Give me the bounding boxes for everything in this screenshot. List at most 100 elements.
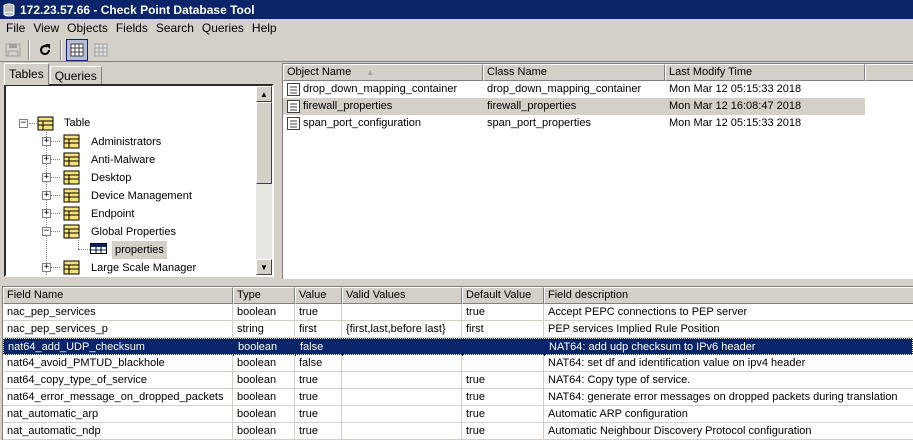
tree-expand-toggle[interactable]: + xyxy=(42,209,51,218)
field-description: NAT64: set df and identification value o… xyxy=(544,355,913,372)
table-folder-icon xyxy=(37,115,55,131)
refresh-icon xyxy=(40,43,51,55)
field-description: NAT64: generate error messages on droppe… xyxy=(544,389,913,406)
tree-item-endpoint[interactable]: Endpoint xyxy=(91,205,134,223)
save-icon xyxy=(5,43,21,56)
col-last-modify[interactable]: Last Modify Time xyxy=(665,64,865,81)
field-valid-values xyxy=(342,304,462,321)
field-valid-values: {first,last,before last} xyxy=(342,321,462,338)
sort-ascending-icon: ▲ xyxy=(366,68,375,77)
tree-item-properties[interactable]: properties xyxy=(112,241,167,259)
grid-view-alt-button[interactable] xyxy=(90,39,112,61)
field-type: boolean xyxy=(233,406,295,423)
toolbar-separator xyxy=(28,39,30,60)
tree-expand-toggle[interactable]: + xyxy=(42,155,51,164)
panel-splitter[interactable] xyxy=(0,279,913,286)
object-icon xyxy=(287,117,301,137)
field-row[interactable]: nat64_add_UDP_checksum boolean false NAT64:… xyxy=(3,338,913,356)
tree-expand-toggle[interactable]: + xyxy=(42,137,51,146)
tree-connector xyxy=(78,236,79,249)
toolbar xyxy=(0,38,913,62)
tree-expand-toggle[interactable]: + xyxy=(42,173,51,182)
menu-bar: File View Objects Fields Search Queries … xyxy=(0,19,913,38)
tree-expand-toggle[interactable]: + xyxy=(42,191,51,200)
menu-objects[interactable]: Objects xyxy=(63,19,112,38)
col-type[interactable]: Type xyxy=(233,287,295,304)
scroll-thumb[interactable] xyxy=(256,102,272,184)
tab-queries[interactable]: Queries xyxy=(49,66,102,85)
field-type: boolean xyxy=(233,304,295,321)
field-name: nat64_avoid_PMTUD_blackhole xyxy=(3,355,233,372)
tree-item-large-scale-manager[interactable]: Large Scale Manager xyxy=(91,259,196,275)
menu-view[interactable]: View xyxy=(29,19,63,38)
menu-search[interactable]: Search xyxy=(152,19,198,38)
col-valid-values[interactable]: Valid Values xyxy=(342,287,462,304)
field-description: Accept PEPC connections to PEP server xyxy=(544,304,913,321)
object-modify-time: Mon Mar 12 05:15:33 2018 xyxy=(669,83,802,95)
tree-item-administrators[interactable]: Administrators xyxy=(91,133,161,151)
field-table: Field Name Type Value Valid Values Defau… xyxy=(2,286,913,440)
menu-help[interactable]: Help xyxy=(248,19,281,38)
refresh-button[interactable] xyxy=(34,39,56,61)
object-row[interactable]: firewall_properties firewall_properties Mo… xyxy=(283,98,865,115)
object-name: drop_down_mapping_container xyxy=(303,83,458,95)
col-field-description[interactable]: Field description xyxy=(544,287,913,304)
field-row[interactable]: nat_automatic_arp boolean true true Automati… xyxy=(3,406,913,423)
field-type: string xyxy=(233,321,295,338)
field-name: nac_pep_services_p xyxy=(3,321,233,338)
tree-expand-toggle[interactable]: + xyxy=(42,263,51,272)
menu-file[interactable]: File xyxy=(2,19,29,38)
menu-queries[interactable]: Queries xyxy=(198,19,248,38)
folder-icon xyxy=(63,151,81,167)
field-row[interactable]: nat64_avoid_PMTUD_blackhole boolean false N… xyxy=(3,355,913,372)
object-row[interactable]: drop_down_mapping_container drop_down_map… xyxy=(283,81,865,98)
field-value: true xyxy=(295,372,342,389)
object-list: Object Name ▲ Class Name Last Modify Tim… xyxy=(282,63,913,279)
col-default-value[interactable]: Default Value xyxy=(462,287,544,304)
field-default-value: first xyxy=(462,321,544,338)
field-default-value xyxy=(462,355,544,372)
tree-item-global-properties[interactable]: Global Properties xyxy=(91,223,176,241)
field-type: boolean xyxy=(233,389,295,406)
scroll-up-icon[interactable]: ▲ xyxy=(256,86,272,102)
col-object-name[interactable]: Object Name ▲ xyxy=(283,64,483,81)
field-row[interactable]: nat64_copy_type_of_service boolean true tru… xyxy=(3,372,913,389)
field-row[interactable]: nac_pep_services_p string first {first,last… xyxy=(3,321,913,338)
tree-item-device-management[interactable]: Device Management xyxy=(91,187,192,205)
col-class-name[interactable]: Class Name xyxy=(483,64,665,81)
menu-fields[interactable]: Fields xyxy=(112,19,152,38)
field-name: nat64_copy_type_of_service xyxy=(3,372,233,389)
object-modify-time: Mon Mar 12 05:15:33 2018 xyxy=(669,117,802,129)
field-valid-values xyxy=(342,389,462,406)
tree-scrollbar[interactable]: ▲ ▼ xyxy=(256,86,272,275)
field-row[interactable]: nat64_error_message_on_dropped_packets bo… xyxy=(3,389,913,406)
tree-item-desktop[interactable]: Desktop xyxy=(91,169,131,187)
tree-root-label[interactable]: Table xyxy=(64,114,90,132)
field-type: boolean xyxy=(234,339,296,356)
save-button[interactable] xyxy=(2,39,24,61)
grid-view-alt-icon xyxy=(94,43,108,56)
field-name: nat_automatic_ndp xyxy=(3,423,233,440)
field-valid-values xyxy=(343,339,463,356)
field-default-value xyxy=(463,339,545,356)
tree-item-anti-malware[interactable]: Anti-Malware xyxy=(91,151,155,169)
tab-tables[interactable]: Tables xyxy=(4,63,49,85)
folder-icon xyxy=(63,133,81,149)
col-filler xyxy=(865,64,913,81)
scroll-down-icon[interactable]: ▼ xyxy=(256,259,272,275)
object-name: firewall_properties xyxy=(303,100,393,112)
field-row[interactable]: nat_automatic_ndp boolean true true Automati… xyxy=(3,423,913,440)
field-row[interactable]: nac_pep_services boolean true true Accept PE… xyxy=(3,304,913,321)
tree-collapse-toggle[interactable]: − xyxy=(42,227,51,236)
field-default-value: true xyxy=(462,304,544,321)
field-default-value: true xyxy=(462,389,544,406)
tree-collapse-toggle[interactable]: − xyxy=(19,119,28,128)
object-row[interactable]: span_port_configuration span_port_propert… xyxy=(283,115,865,132)
col-field-name[interactable]: Field Name xyxy=(3,287,233,304)
field-description: Automatic ARP configuration xyxy=(544,406,913,423)
field-value: true xyxy=(295,389,342,406)
object-class: firewall_properties xyxy=(487,100,577,112)
col-value[interactable]: Value xyxy=(295,287,342,304)
title-bar: 172.23.57.66 - Check Point Database Tool xyxy=(0,0,913,19)
grid-view-button[interactable] xyxy=(66,38,88,61)
